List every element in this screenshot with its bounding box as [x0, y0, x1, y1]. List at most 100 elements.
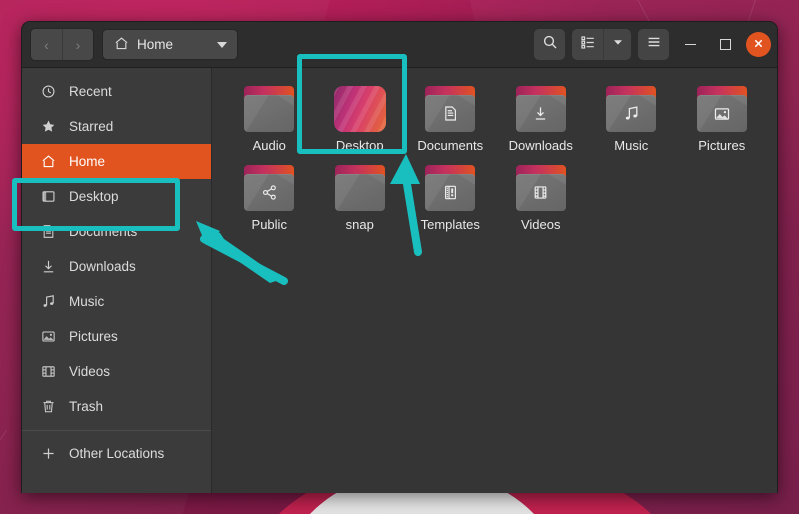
template-icon [442, 184, 459, 201]
sidebar-item-label: Videos [69, 364, 110, 379]
file-item-desktop[interactable]: Desktop [315, 82, 406, 153]
folder-icon [424, 86, 476, 132]
navigation-buttons: ‹ › [30, 28, 94, 61]
folder-icon [243, 165, 295, 211]
file-label: Videos [521, 217, 561, 232]
sidebar-item-label: Recent [69, 84, 112, 99]
maximize-button[interactable] [711, 31, 739, 59]
view-mode-group [572, 29, 631, 60]
sidebar-item-label: Downloads [69, 259, 136, 274]
sidebar-item-label: Documents [69, 224, 137, 239]
forward-button[interactable]: › [62, 29, 93, 60]
list-view-button[interactable] [572, 29, 603, 60]
folder-icon [605, 86, 657, 132]
file-label: Templates [421, 217, 480, 232]
file-label: snap [346, 217, 374, 232]
sidebar-item-starred[interactable]: Starred [22, 109, 211, 144]
music-icon [40, 293, 57, 310]
sidebar-item-desktop[interactable]: Desktop [22, 179, 211, 214]
file-label: Documents [417, 138, 483, 153]
sidebar-item-videos[interactable]: Videos [22, 354, 211, 389]
file-item-audio[interactable]: Audio [224, 82, 315, 153]
sidebar-item-home[interactable]: Home [22, 144, 211, 179]
window-body: Recent Starred Home [22, 68, 777, 493]
file-item-documents[interactable]: Documents [405, 82, 496, 153]
close-button[interactable] [746, 32, 771, 57]
sidebar-item-other-locations[interactable]: Other Locations [22, 436, 211, 471]
minimize-icon [685, 44, 696, 46]
folder-icon [424, 165, 476, 211]
file-item-templates[interactable]: Templates [405, 161, 496, 232]
sidebar-item-documents[interactable]: Documents [22, 214, 211, 249]
video-icon [40, 363, 57, 380]
file-label: Desktop [336, 138, 384, 153]
file-item-public[interactable]: Public [224, 161, 315, 232]
window-headerbar: ‹ › Home [22, 22, 777, 68]
file-manager-window: ‹ › Home [21, 21, 778, 493]
minimize-button[interactable] [676, 31, 704, 59]
sidebar-item-label: Starred [69, 119, 113, 134]
star-icon [40, 118, 57, 135]
sidebar-item-label: Trash [69, 399, 103, 414]
sidebar-separator [22, 430, 211, 431]
file-label: Pictures [698, 138, 745, 153]
sidebar-item-downloads[interactable]: Downloads [22, 249, 211, 284]
home-icon [114, 36, 129, 54]
file-item-downloads[interactable]: Downloads [496, 82, 587, 153]
sidebar-item-label: Home [69, 154, 105, 169]
file-item-pictures[interactable]: Pictures [677, 82, 768, 153]
chevron-right-icon: › [76, 37, 81, 53]
download-icon [532, 105, 549, 122]
document-icon [40, 223, 57, 240]
search-icon [542, 34, 558, 55]
hamburger-menu-icon [646, 34, 662, 55]
path-label: Home [137, 37, 209, 52]
file-item-music[interactable]: Music [586, 82, 677, 153]
sidebar-item-trash[interactable]: Trash [22, 389, 211, 424]
clock-icon [40, 83, 57, 100]
desktop-tile-icon [334, 86, 386, 132]
home-icon [40, 153, 57, 170]
desktop-icon [40, 188, 57, 205]
video-icon [532, 184, 549, 201]
path-bar-button[interactable]: Home [102, 29, 238, 60]
sidebar-item-label: Music [69, 294, 104, 309]
sidebar-item-music[interactable]: Music [22, 284, 211, 319]
file-grid-view: Audio Desktop [212, 68, 777, 493]
trash-icon [40, 398, 57, 415]
music-icon [623, 105, 640, 122]
view-options-button[interactable] [603, 29, 631, 60]
file-label: Downloads [509, 138, 573, 153]
folder-icon [696, 86, 748, 132]
file-label: Music [614, 138, 648, 153]
sidebar-item-recent[interactable]: Recent [22, 74, 211, 109]
document-icon [442, 105, 459, 122]
file-item-snap[interactable]: snap [315, 161, 406, 232]
folder-icon [334, 165, 386, 211]
chevron-down-icon [611, 35, 625, 54]
file-item-videos[interactable]: Videos [496, 161, 587, 232]
close-icon [753, 36, 764, 54]
sidebar-item-label: Other Locations [69, 446, 164, 461]
list-view-icon [580, 34, 596, 55]
share-icon [261, 184, 278, 201]
sidebar-item-pictures[interactable]: Pictures [22, 319, 211, 354]
chevron-down-icon [217, 42, 227, 48]
image-icon [713, 105, 731, 123]
folder-icon [515, 86, 567, 132]
search-button[interactable] [534, 29, 565, 60]
main-menu-button[interactable] [638, 29, 669, 60]
maximize-icon [720, 39, 731, 50]
file-label: Audio [253, 138, 286, 153]
file-label: Public [252, 217, 287, 232]
back-button[interactable]: ‹ [31, 29, 62, 60]
chevron-left-icon: ‹ [44, 37, 49, 53]
download-icon [40, 258, 57, 275]
folder-icon [243, 86, 295, 132]
sidebar-item-label: Desktop [69, 189, 119, 204]
places-sidebar: Recent Starred Home [22, 68, 212, 493]
plus-icon [40, 445, 57, 462]
image-icon [40, 328, 57, 345]
folder-icon [515, 165, 567, 211]
sidebar-item-label: Pictures [69, 329, 118, 344]
